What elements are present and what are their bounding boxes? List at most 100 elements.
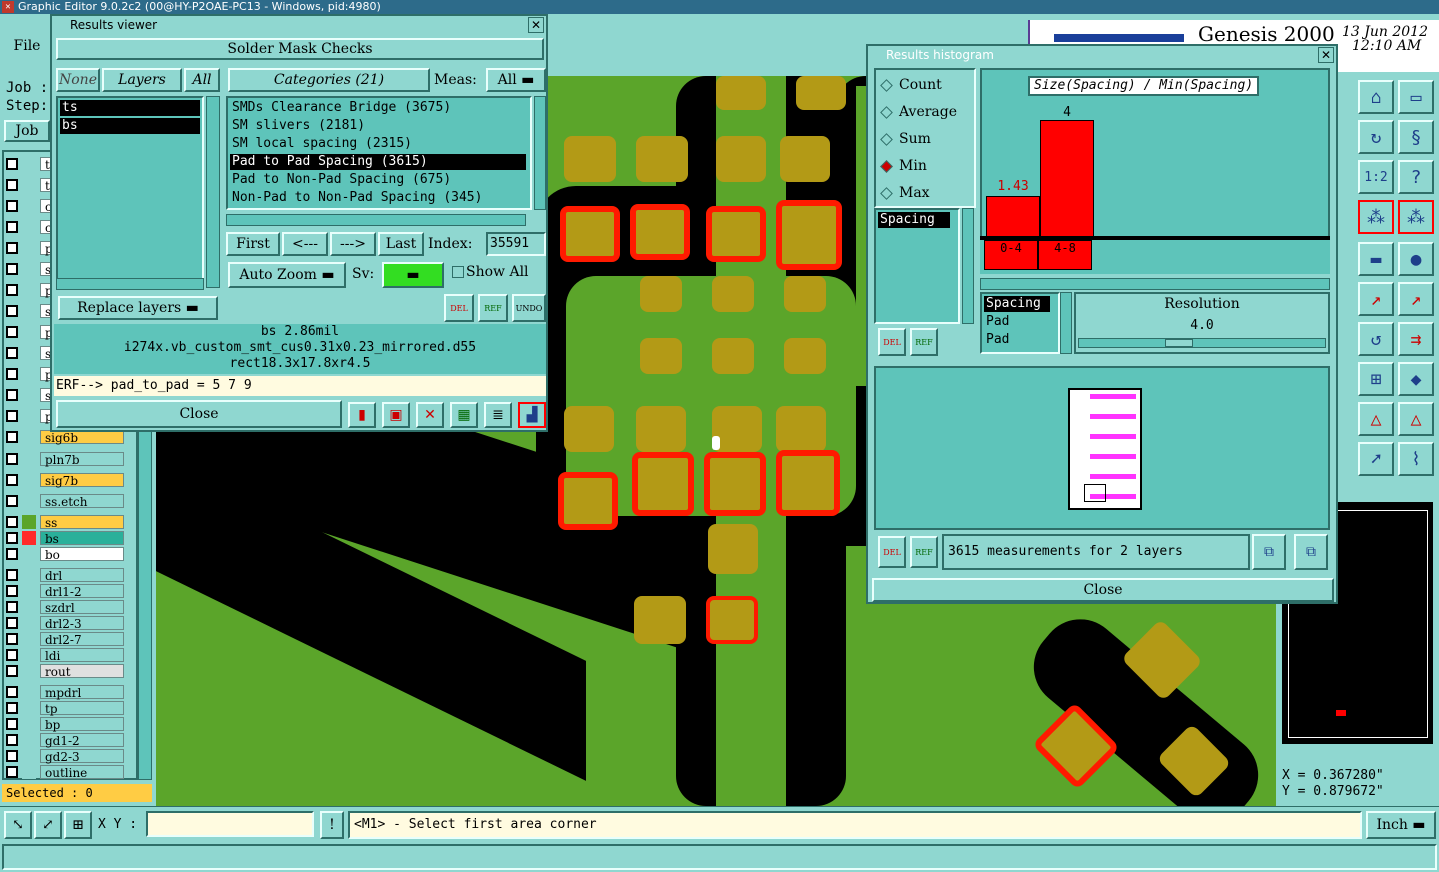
bin-label[interactable]: 4-8 (1038, 240, 1092, 270)
layer-checkbox[interactable] (6, 368, 18, 380)
mode-option[interactable]: Sum (880, 130, 931, 148)
layer-bs[interactable]: bs (60, 118, 200, 134)
window-icon[interactable]: ▭ (1398, 80, 1434, 114)
mode-option[interactable]: Average (880, 103, 957, 121)
layer-checkbox[interactable] (6, 585, 18, 597)
layer-row[interactable]: mpdrl (6, 685, 124, 700)
layer-checkbox[interactable] (6, 284, 18, 296)
layer-checkbox[interactable] (6, 179, 18, 191)
layer-row[interactable]: gd1-2 (6, 733, 124, 748)
layer-checkbox[interactable] (6, 347, 18, 359)
layer-checkbox[interactable] (6, 410, 18, 422)
bin-label[interactable]: 0-4 (984, 240, 1038, 270)
categories-listbox[interactable]: SMDs Clearance Bridge (3675) SM slivers (… (226, 96, 532, 210)
layer-checkbox[interactable] (6, 633, 18, 645)
radio-icon[interactable] (880, 105, 893, 119)
layer-checkbox[interactable] (6, 569, 18, 581)
clear-icon[interactable]: ✕ (416, 402, 444, 428)
histogram-icon[interactable]: ▟ (518, 402, 546, 428)
layer-checkbox[interactable] (6, 649, 18, 661)
undo-icon[interactable]: ↺ (1358, 322, 1394, 356)
layer-row[interactable]: szdrl (6, 600, 124, 615)
layers-listbox[interactable]: ts bs (56, 96, 204, 288)
histogram-bar[interactable] (986, 196, 1040, 238)
radio-icon[interactable] (880, 78, 893, 92)
last-button[interactable]: Last (378, 232, 424, 256)
next-button[interactable]: ---> (330, 232, 376, 256)
resolution-slider-thumb[interactable] (1165, 339, 1193, 347)
layer-checkbox[interactable] (6, 242, 18, 254)
unit-select[interactable]: Inch ▬ (1366, 811, 1436, 839)
zoom-all-icon[interactable]: ⧉ (1294, 534, 1328, 570)
attr-listbox[interactable]: Spacing Pad Pad (980, 292, 1060, 354)
layer-row[interactable]: sig6b (6, 430, 124, 445)
job-button[interactable]: Job (4, 120, 50, 142)
layer-checkbox[interactable] (6, 495, 18, 507)
categories-hscrollbar[interactable] (226, 214, 526, 226)
layer-row[interactable]: ss.etch (6, 494, 124, 509)
mode-option[interactable]: Count (880, 76, 942, 94)
mode-option[interactable]: Max (880, 184, 930, 202)
layer-checkbox[interactable] (6, 750, 18, 762)
pointer-icon[interactable]: ➚ (1358, 442, 1394, 476)
layer-checkbox[interactable] (6, 766, 18, 778)
help-icon[interactable]: ? (1398, 160, 1434, 194)
close-icon[interactable]: ✕ (1318, 47, 1334, 63)
net-icon[interactable]: ⁂ (1358, 200, 1394, 234)
scale-icon[interactable]: 1:2 (1358, 160, 1394, 194)
layer-checkbox[interactable] (6, 601, 18, 613)
sv-color-select[interactable]: ▬ (382, 262, 444, 288)
attr-pad[interactable]: Pad (984, 332, 1009, 347)
param-spacing[interactable]: Spacing (878, 212, 950, 228)
histogram-bar[interactable] (1040, 120, 1094, 238)
highlight-icon[interactable]: ▮ (348, 402, 376, 428)
home-icon[interactable]: ⌂ (1358, 80, 1394, 114)
layer-row[interactable]: gd2-3 (6, 749, 124, 764)
auto-zoom-select[interactable]: Auto Zoom ▬ (228, 262, 346, 288)
category-item[interactable]: Non-Pad to Non-Pad Spacing (345) (230, 190, 526, 206)
board-preview[interactable] (1068, 388, 1142, 510)
attr-spacing[interactable]: Spacing (984, 296, 1050, 312)
layer-row[interactable]: outline (6, 765, 124, 780)
layer-checkbox[interactable] (6, 263, 18, 275)
polygon2-icon[interactable]: △ (1398, 402, 1434, 436)
layer-row[interactable]: drl1-2 (6, 584, 124, 599)
categories-scrollbar[interactable] (534, 96, 546, 210)
layer-checkbox[interactable] (6, 617, 18, 629)
route-icon[interactable]: ⌇ (1398, 442, 1434, 476)
category-item[interactable]: SMDs Clearance Bridge (3675) (230, 100, 526, 116)
show-all-checkbox[interactable] (452, 266, 464, 278)
layer-checkbox[interactable] (6, 453, 18, 465)
layers-hscrollbar[interactable] (56, 278, 204, 290)
layer-row[interactable]: bo (6, 547, 124, 562)
histogram-close-button[interactable]: Close (872, 578, 1334, 602)
tab-none[interactable]: None (56, 68, 100, 92)
layer-checkbox[interactable] (6, 532, 18, 544)
layer-row[interactable]: pln7b (6, 452, 124, 467)
circle-icon[interactable]: ● (1398, 242, 1434, 276)
layer-row[interactable]: tp (6, 701, 124, 716)
layer-row[interactable]: sig7b (6, 473, 124, 488)
param-listbox[interactable]: Spacing (874, 208, 960, 324)
layer-row[interactable]: ss (6, 515, 124, 530)
replace-layers-select[interactable]: Replace layers ▬ (58, 296, 218, 320)
net2-icon[interactable]: ⁂ (1398, 200, 1434, 234)
layer-ts[interactable]: ts (60, 100, 200, 116)
tab-all[interactable]: All (184, 68, 220, 92)
measure2-icon[interactable]: ↗ (1398, 282, 1434, 316)
attr-pad[interactable]: Pad (984, 314, 1009, 329)
shapes-icon[interactable]: ◆ (1398, 362, 1434, 396)
category-item[interactable]: SM local spacing (2315) (230, 136, 526, 152)
index-input[interactable]: 35591 (486, 232, 546, 256)
layer-checkbox[interactable] (6, 734, 18, 746)
radio-icon[interactable] (880, 159, 893, 173)
layer-checkbox[interactable] (6, 548, 18, 560)
polygon-icon[interactable]: △ (1358, 402, 1394, 436)
split-icon[interactable]: ⇉ (1398, 322, 1434, 356)
zoom-area-icon[interactable]: ⤢ (34, 811, 62, 839)
layer-checkbox[interactable] (6, 431, 18, 443)
layer-checkbox[interactable] (6, 200, 18, 212)
category-item[interactable]: SM slivers (2181) (230, 118, 526, 134)
layer-checkbox[interactable] (6, 158, 18, 170)
layer-row[interactable]: bp (6, 717, 124, 732)
